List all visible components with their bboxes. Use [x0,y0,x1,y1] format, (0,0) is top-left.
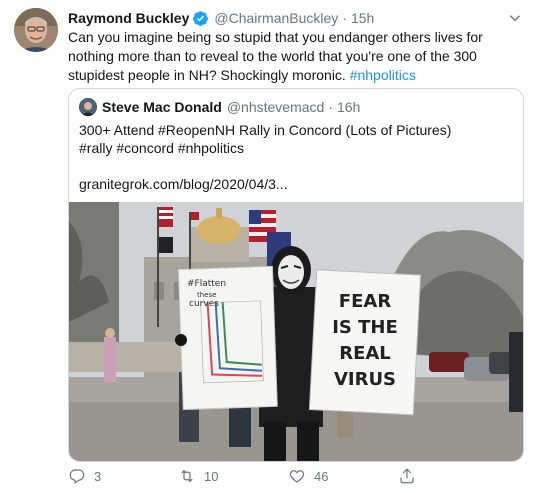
left-sign-line-2: these [197,291,216,299]
right-sign-line-1: FEAR [339,291,392,312]
quoted-link[interactable]: granitegrok.com/blog/2020/04/3... [79,175,509,193]
left-sign-line-1: #Flatten [187,279,226,289]
author-avatar[interactable] [14,8,58,52]
reply-icon [69,469,85,484]
left-sign-line-3: curves [189,299,219,309]
separator-dot: · [342,10,347,26]
tweet-actions: 3 10 46 [68,466,508,486]
right-sign-line-4: VIRUS [334,369,396,390]
quoted-tweet-header: Steve Mac Donald @nhstevemacd · 16h [79,97,360,117]
quoted-tweet[interactable]: Steve Mac Donald @nhstevemacd · 16h 300+… [68,88,524,462]
like-count: 46 [314,468,329,484]
chevron-down-icon[interactable] [506,9,524,27]
quoted-author-name: Steve Mac Donald [102,99,222,115]
right-sign-line-2: IS THE [332,317,398,338]
hashtag-link[interactable]: #nhpolitics [350,67,416,83]
reply-button[interactable]: 3 [68,467,178,485]
author-handle[interactable]: @ChairmanBuckley [214,10,338,26]
rally-photo[interactable]: #Flatten these curves FEAR IS THE REAL V… [69,202,523,461]
reply-count: 3 [94,468,102,484]
tweet-body: Can you imagine being so stupid that you… [68,29,483,83]
quoted-line-1: 300+ Attend #ReopenNH Rally in Concord (… [79,122,452,138]
like-icon [289,470,305,483]
tweet-timestamp[interactable]: 15h [351,10,374,26]
author-name[interactable]: Raymond Buckley [68,10,189,26]
share-icon [400,468,414,484]
verified-badge-icon [192,10,209,27]
retweet-button[interactable]: 10 [178,467,288,485]
tweet-header: Raymond Buckley @ChairmanBuckley · 15h [68,8,524,28]
quoted-line-2: #rally #concord #nhpolitics [79,140,244,156]
retweet-icon [181,469,193,483]
quoted-tweet-text: 300+ Attend #ReopenNH Rally in Concord (… [79,121,509,193]
quoted-author-avatar [79,98,97,116]
right-sign-line-3: REAL [339,343,391,364]
retweet-count: 10 [204,468,219,484]
separator-dot: · [328,99,333,115]
share-button[interactable] [398,467,508,485]
like-button[interactable]: 46 [288,467,398,485]
tweet-card[interactable]: Raymond Buckley @ChairmanBuckley · 15h C… [0,0,538,493]
quoted-timestamp: 16h [336,99,361,115]
quoted-author-handle: @nhstevemacd [226,99,325,115]
tweet-text: Can you imagine being so stupid that you… [68,28,528,85]
